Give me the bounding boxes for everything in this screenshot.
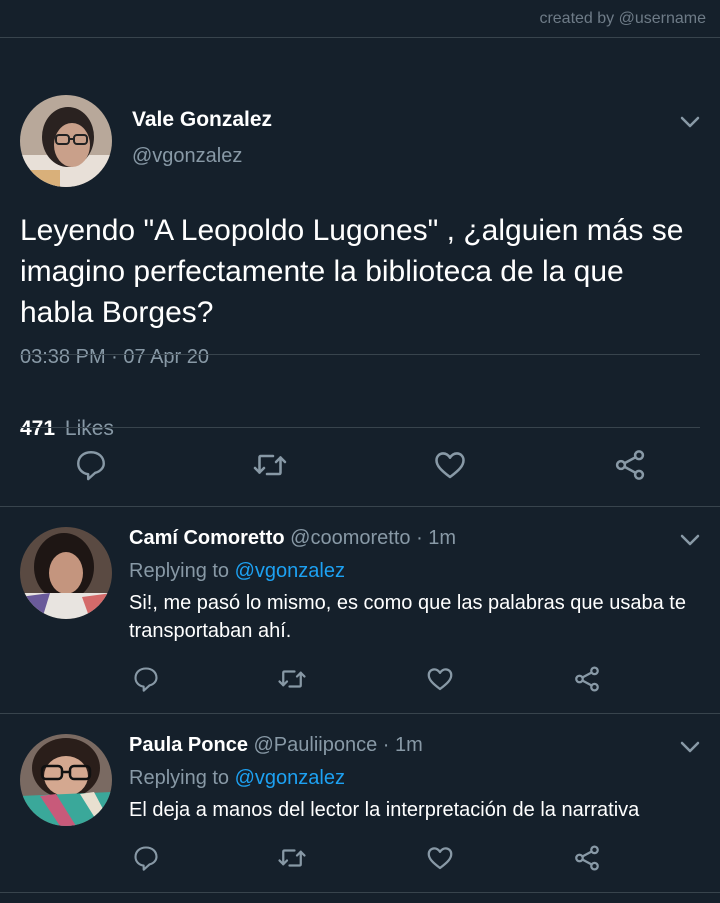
- likes-stat[interactable]: 471 Likes: [20, 417, 114, 441]
- profile-photo-icon: [20, 734, 112, 826]
- reply-author-name[interactable]: Camí Comoretto: [129, 527, 285, 549]
- reply-author-name[interactable]: Paula Ponce: [129, 734, 248, 756]
- replying-to-link[interactable]: @vgonzalez: [235, 767, 345, 789]
- reply-header: Paula Ponce @Pauliiponce · 1m: [129, 734, 423, 757]
- retweet-icon[interactable]: [276, 842, 308, 874]
- reply-time: · 1m: [382, 734, 423, 756]
- divider: [20, 427, 700, 428]
- share-icon[interactable]: [611, 446, 649, 484]
- retweet-icon[interactable]: [276, 663, 308, 695]
- like-icon[interactable]: [424, 663, 456, 695]
- share-icon[interactable]: [571, 663, 603, 695]
- reply-tweet[interactable]: Paula Ponce @Pauliiponce · 1m Replying t…: [0, 714, 720, 893]
- chevron-down-icon[interactable]: [678, 528, 702, 552]
- reply-text: El deja a manos del lector la interpreta…: [129, 799, 640, 821]
- reply-text: Si!, me pasó lo mismo, es como que las p…: [129, 592, 686, 642]
- reply-tweet[interactable]: Camí Comoretto @coomoretto · 1m Replying…: [0, 507, 720, 714]
- top-bar: created by @username: [0, 0, 720, 38]
- likes-count: 471: [20, 417, 56, 440]
- replying-to: Replying to @vgonzalez: [129, 767, 345, 790]
- tweet-text: Leyendo "A Leopoldo Lugones" , ¿alguien …: [20, 214, 684, 329]
- avatar[interactable]: [20, 734, 112, 826]
- reply-icon[interactable]: [130, 842, 162, 874]
- reply-header: Camí Comoretto @coomoretto · 1m: [129, 527, 456, 550]
- likes-label: Likes: [64, 417, 114, 440]
- credit-text: created by @username: [539, 10, 706, 27]
- like-icon[interactable]: [431, 446, 469, 484]
- profile-photo-icon: [20, 95, 112, 187]
- author-name[interactable]: Vale Gonzalez: [132, 108, 272, 132]
- chevron-down-icon[interactable]: [678, 110, 702, 134]
- profile-photo-icon: [20, 527, 112, 619]
- reply-author-handle[interactable]: @coomoretto: [290, 527, 410, 549]
- retweet-icon[interactable]: [251, 446, 289, 484]
- reply-author-handle[interactable]: @Pauliiponce: [254, 734, 378, 756]
- like-icon[interactable]: [424, 842, 456, 874]
- replying-to: Replying to @vgonzalez: [129, 560, 345, 583]
- tweet-timestamp[interactable]: 03:38 PM · 07 Apr 20: [20, 346, 209, 369]
- reply-icon[interactable]: [72, 446, 110, 484]
- reply-icon[interactable]: [130, 663, 162, 695]
- divider: [20, 354, 700, 355]
- share-icon[interactable]: [571, 842, 603, 874]
- author-handle[interactable]: @vgonzalez: [132, 145, 242, 168]
- avatar[interactable]: [20, 527, 112, 619]
- replying-prefix: Replying to: [129, 560, 230, 582]
- replying-to-link[interactable]: @vgonzalez: [235, 560, 345, 582]
- avatar[interactable]: [20, 95, 112, 187]
- reply-time: · 1m: [416, 527, 457, 549]
- replying-prefix: Replying to: [129, 767, 230, 789]
- main-tweet: Vale Gonzalez @vgonzalez Leyendo "A Leop…: [0, 38, 720, 507]
- chevron-down-icon[interactable]: [678, 735, 702, 759]
